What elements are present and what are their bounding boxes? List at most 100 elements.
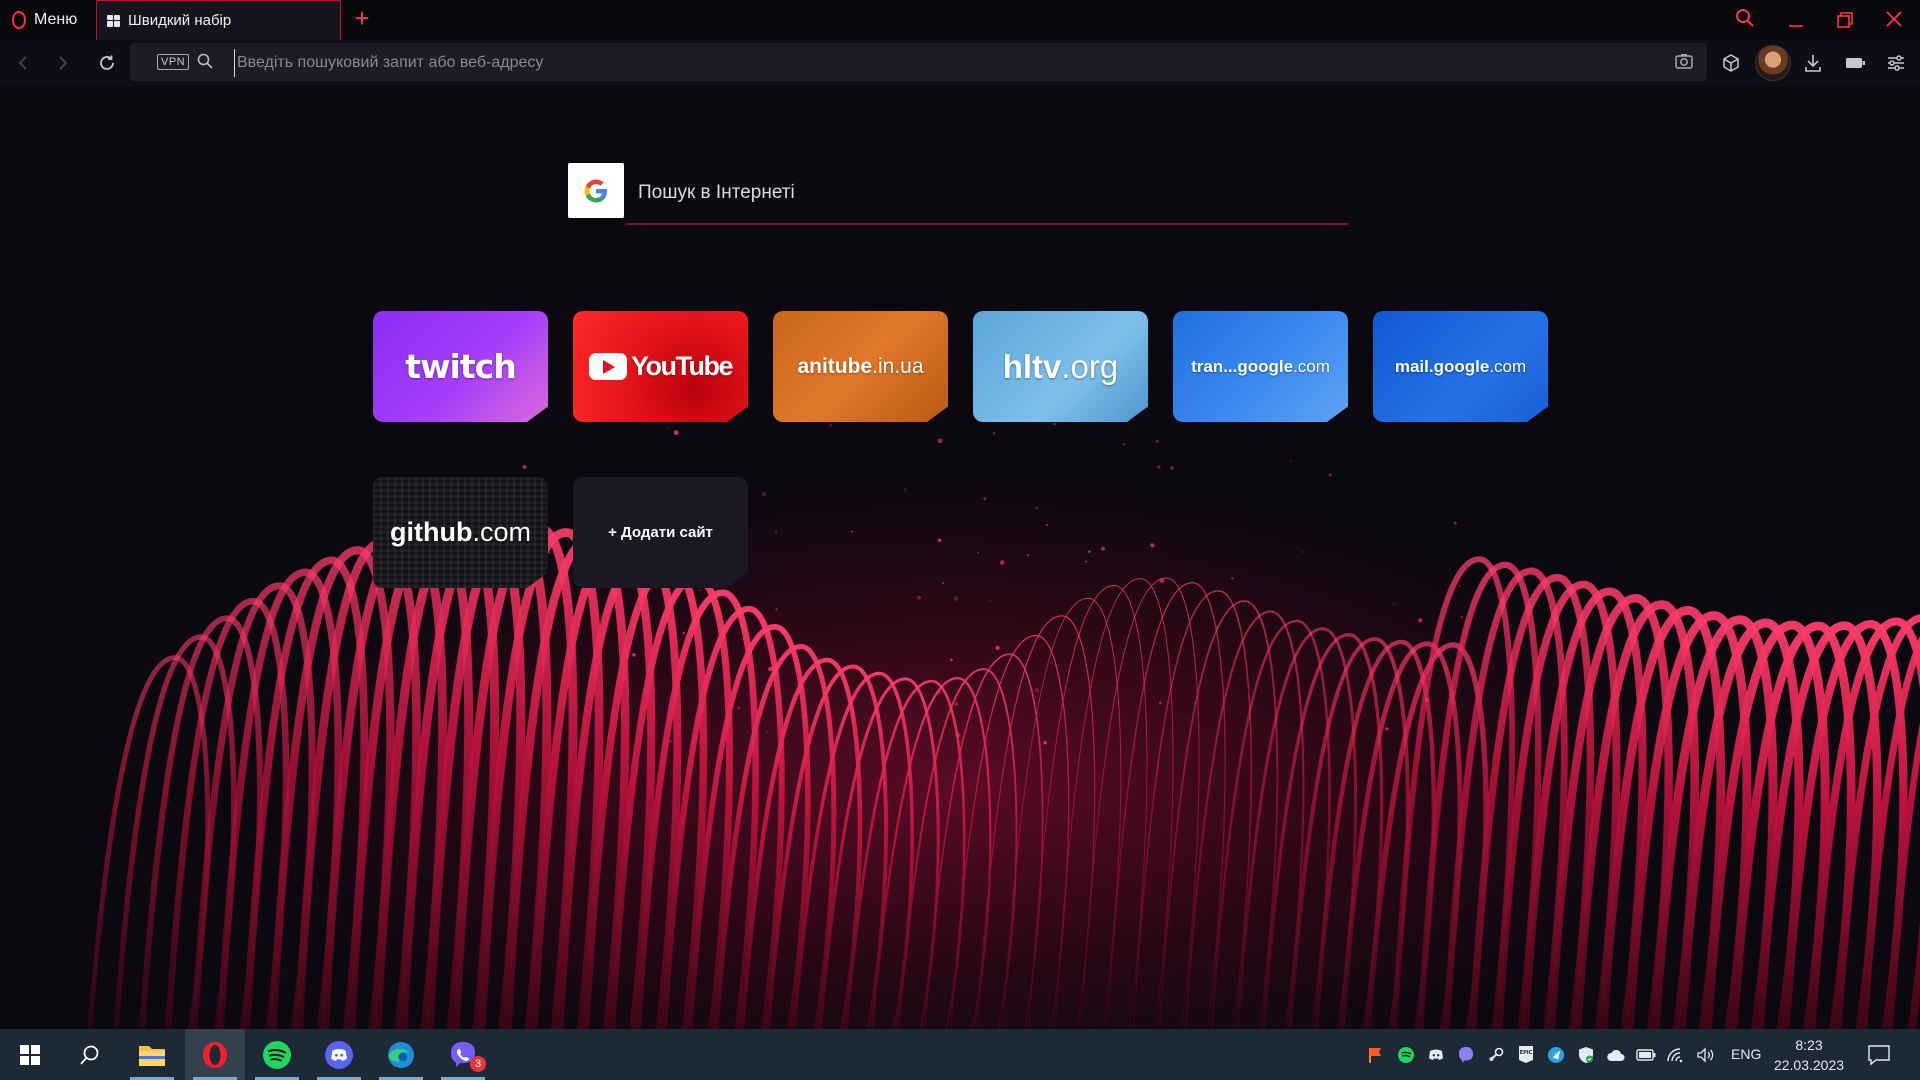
svg-text:EPIC: EPIC	[1519, 1050, 1532, 1056]
speed-dial-twitch[interactable]: twitch	[373, 311, 548, 422]
particle	[829, 424, 832, 426]
close-button[interactable]	[1878, 4, 1910, 34]
particle	[1053, 422, 1056, 426]
flag-icon[interactable]	[1365, 1044, 1386, 1065]
youtube-play-icon	[589, 353, 627, 380]
windows-logo-icon	[20, 1044, 40, 1065]
taskbar-edge[interactable]	[371, 1029, 431, 1080]
input-language-indicator[interactable]: ENG	[1731, 1046, 1761, 1062]
cube-icon[interactable]	[1716, 48, 1746, 78]
battery-saver-icon[interactable]	[1840, 48, 1870, 78]
tile-label-main: github	[390, 517, 473, 547]
speed-dial-hltv[interactable]: hltv.org	[973, 311, 1148, 422]
forward-button[interactable]	[48, 48, 78, 78]
wave-ribbon	[1002, 597, 1122, 1029]
particle	[954, 702, 958, 706]
new-tab-button[interactable]: +	[350, 4, 374, 32]
particle	[562, 532, 566, 535]
particle	[1122, 443, 1126, 446]
system-tray: EPIC	[1365, 1029, 1716, 1080]
particle	[1000, 560, 1005, 565]
speed-dial-youtube[interactable]: YouTube	[573, 311, 748, 422]
wifi-icon[interactable]	[1665, 1044, 1686, 1065]
taskbar-opera[interactable]	[185, 1029, 245, 1080]
discord-tray-icon[interactable]	[1425, 1044, 1446, 1065]
speed-dial-mail-google[interactable]: mail.google.com	[1373, 311, 1548, 422]
taskbar-file-explorer[interactable]	[122, 1029, 182, 1080]
security-shield-icon[interactable]	[1575, 1044, 1596, 1065]
wallpaper-waves	[87, 422, 1920, 1029]
particle	[737, 706, 741, 710]
wave-ribbon	[897, 668, 1018, 1029]
epic-games-tray-icon[interactable]: EPIC	[1515, 1044, 1536, 1065]
particle	[1385, 727, 1389, 731]
tile-label-main: mail.google	[1394, 356, 1490, 376]
search-tabs-button[interactable]	[1729, 4, 1761, 34]
taskbar-viber[interactable]: 3	[433, 1029, 493, 1080]
particle	[774, 531, 778, 534]
address-toolbar: VPN	[0, 40, 1920, 97]
particle	[1027, 554, 1030, 557]
tile-label-suffix: .org	[1061, 347, 1119, 385]
download-icon[interactable]	[1798, 48, 1828, 78]
particle	[1170, 466, 1174, 470]
speed-dial-translate-google[interactable]: tran...google.com	[1173, 311, 1348, 422]
menu-label: Меню	[34, 10, 78, 28]
particle	[1289, 460, 1292, 463]
spotify-tray-icon[interactable]	[1395, 1044, 1416, 1065]
address-input[interactable]	[234, 49, 1539, 77]
reload-icon	[100, 55, 114, 70]
particle	[1453, 521, 1457, 525]
particle	[1215, 625, 1219, 629]
back-button[interactable]	[8, 48, 38, 78]
minimize-button[interactable]	[1780, 4, 1812, 34]
volume-icon[interactable]	[1695, 1044, 1716, 1065]
particle	[765, 730, 768, 733]
telegram-tray-icon[interactable]	[1545, 1044, 1566, 1065]
particle	[954, 596, 959, 601]
tile-label-main: tran...google	[1191, 356, 1294, 376]
steam-tray-icon[interactable]	[1485, 1044, 1506, 1065]
notification-center-icon[interactable]	[1866, 1042, 1892, 1068]
tile-title: tran...google.com	[1191, 357, 1330, 377]
speed-dial-icon	[107, 14, 120, 27]
reload-button[interactable]	[92, 48, 122, 78]
taskbar-spotify[interactable]	[247, 1029, 307, 1080]
vpn-badge[interactable]: VPN	[157, 54, 190, 70]
google-icon[interactable]	[568, 163, 624, 218]
tab-speed-dial[interactable]: Швидкий набір	[96, 0, 341, 40]
tile-title: anitube.in.ua	[797, 355, 923, 379]
close-icon	[1886, 11, 1902, 27]
search-icon	[197, 53, 213, 69]
wave-ribbon	[1054, 578, 1174, 1029]
particle	[632, 653, 636, 657]
particle	[1458, 584, 1461, 587]
title-bar: Меню Швидкий набір +	[0, 0, 1920, 40]
particle	[1159, 701, 1162, 705]
easy-setup-icon[interactable]	[1881, 48, 1911, 78]
onedrive-cloud-icon[interactable]	[1605, 1044, 1626, 1065]
tab-label: Швидкий набір	[128, 12, 232, 29]
speed-dial-page	[0, 86, 1920, 1029]
particle	[1101, 546, 1105, 551]
opera-menu-button[interactable]: Меню	[0, 0, 95, 39]
web-search-box	[568, 163, 1348, 227]
restore-button[interactable]	[1829, 4, 1861, 34]
particle	[1418, 618, 1423, 623]
web-search-input[interactable]	[626, 163, 1348, 225]
taskbar-search-button[interactable]	[60, 1029, 120, 1080]
address-bar: VPN	[130, 43, 1707, 81]
clock-time: 8:23	[1795, 1037, 1823, 1053]
particle	[1035, 688, 1040, 693]
taskbar-discord[interactable]	[309, 1029, 369, 1080]
add-site-button[interactable]: + Додати сайт	[573, 477, 748, 588]
start-button[interactable]	[0, 1029, 60, 1080]
camera-icon[interactable]	[1674, 52, 1694, 70]
speed-dial-anitube[interactable]: anitube.in.ua	[773, 311, 948, 422]
battery-icon[interactable]	[1635, 1044, 1656, 1065]
speed-dial-github[interactable]: github.com	[373, 477, 548, 588]
system-clock[interactable]: 8:23 22.03.2023	[1773, 1035, 1845, 1075]
profile-avatar[interactable]	[1755, 45, 1791, 81]
viber-tray-icon[interactable]	[1455, 1044, 1476, 1065]
particle	[1424, 697, 1429, 702]
